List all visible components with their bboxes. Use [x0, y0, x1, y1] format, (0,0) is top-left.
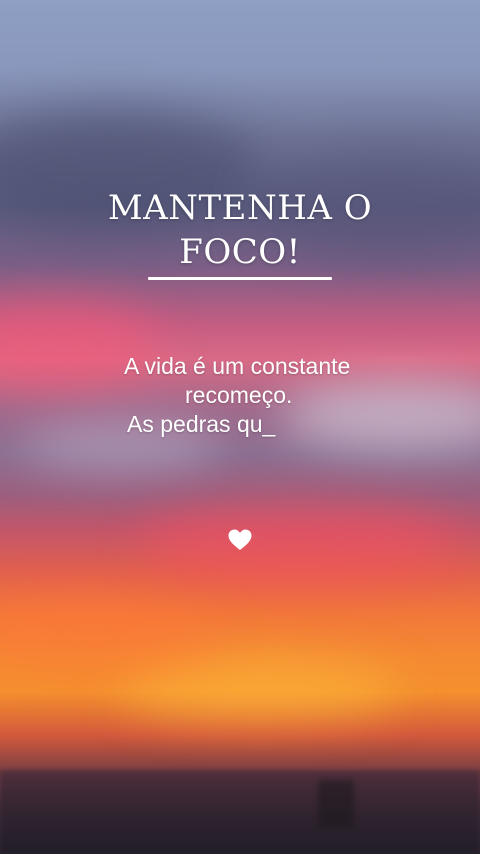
- cloud: [0, 600, 220, 670]
- quote-line-1: A vida é um constante: [124, 353, 351, 379]
- story-screen: MANTENHA O FOCO! A vida é um constante r…: [0, 0, 480, 854]
- heart-icon[interactable]: [227, 528, 253, 552]
- cloud: [140, 500, 460, 580]
- cloud: [120, 660, 400, 720]
- horizon-post: [318, 780, 354, 828]
- heading: MANTENHA O FOCO!: [0, 186, 480, 274]
- quote-line-3: As pedras qu_: [127, 411, 276, 437]
- heading-line-1: MANTENHA O: [107, 188, 373, 228]
- heading-line-2: FOCO!: [179, 232, 301, 272]
- quote-line-2: recomeço.: [185, 382, 293, 408]
- cloud: [280, 380, 480, 450]
- heading-divider: [148, 277, 332, 280]
- horizon-ground: [0, 770, 480, 854]
